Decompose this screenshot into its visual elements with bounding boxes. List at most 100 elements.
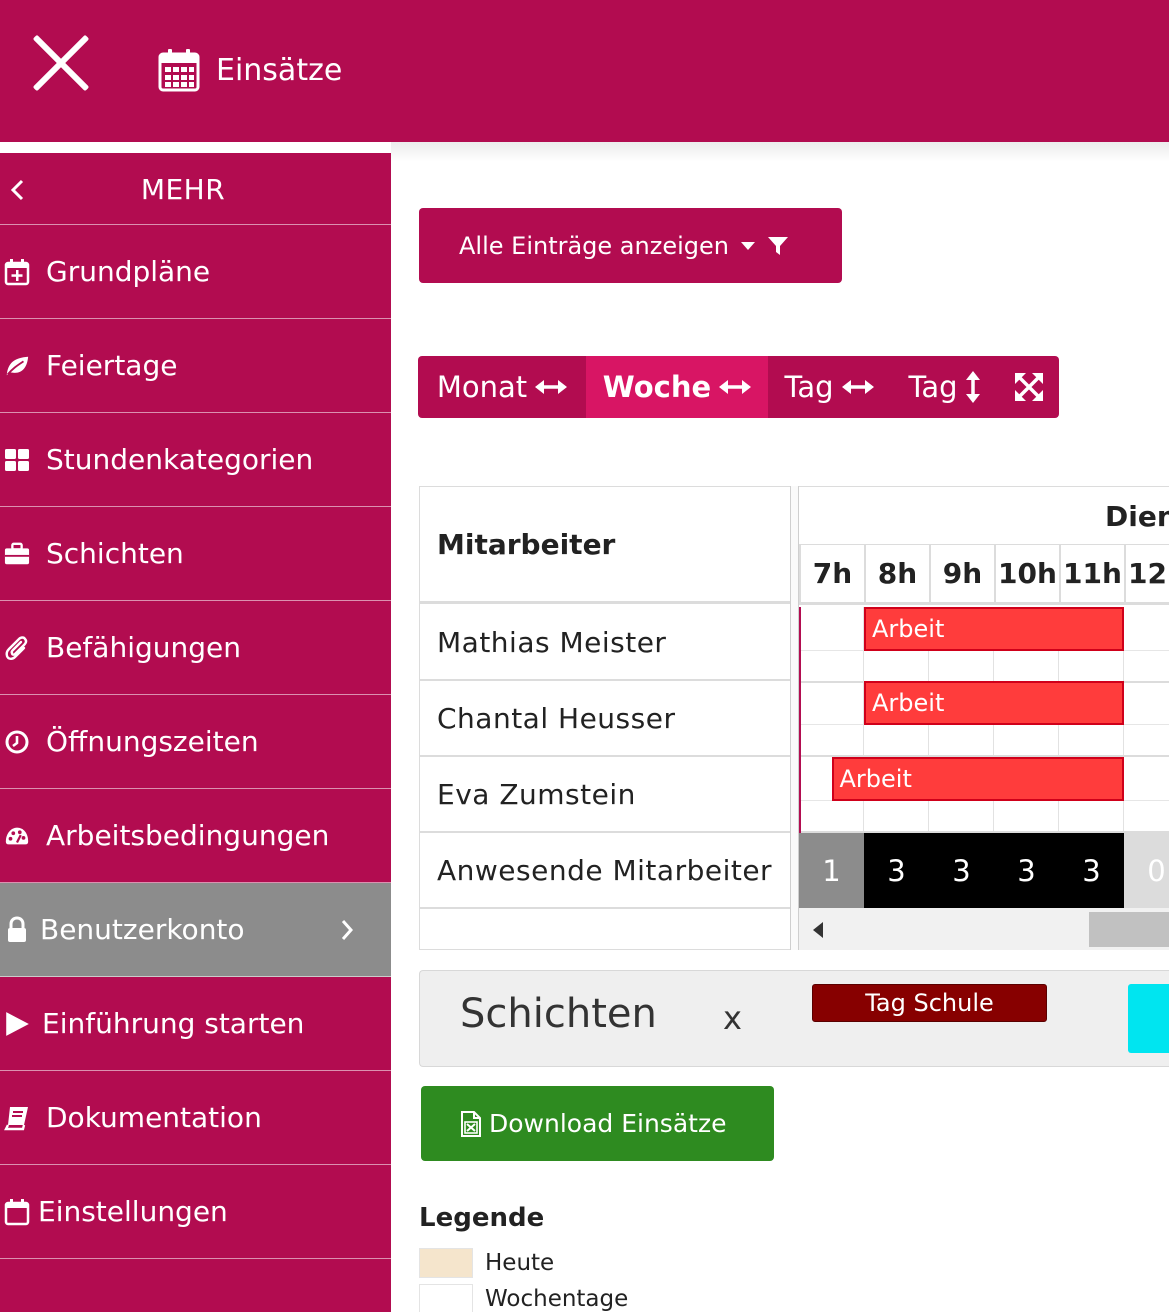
sidebar-item-label: Schichten [46,537,184,570]
grid-cell[interactable] [864,725,929,757]
sidebar-item-feiertage[interactable]: Feiertage [0,319,391,413]
paperclip-icon [5,635,28,660]
filter-label: Alle Einträge anzeigen [459,231,729,260]
view-day-vertical-label: Tag [908,370,958,404]
current-time-line [799,607,801,833]
grid-icon [5,448,29,471]
caret-down-icon [740,241,755,250]
sidebar-item-benutzerkonto[interactable]: Benutzerkonto [0,883,391,977]
sidebar-item-label: Befähigungen [46,631,241,664]
header-shadow [391,142,1169,162]
shifts-title: Schichten [460,991,657,1037]
sidebar-item-label: Grundpläne [46,255,211,288]
shift-bar[interactable]: Arbeit [864,607,1124,651]
scrollbar-thumb[interactable] [1089,912,1169,947]
grid-cell[interactable] [929,801,994,833]
sidebar-item-einfuehrung-starten[interactable]: Einführung starten [0,977,391,1071]
sidebar-header: MEHR [0,153,391,225]
legend-swatch-weekdays [419,1284,473,1312]
shift-chip[interactable] [1128,984,1169,1053]
grid-cell[interactable] [994,651,1059,683]
column-resizer[interactable] [790,486,799,950]
page-title-text: Einsätze [216,52,343,88]
grid-cell[interactable] [799,725,864,757]
sidebar-item-label: Einführung starten [42,1007,305,1040]
lock-icon [8,915,26,942]
view-day-label: Tag [784,370,834,404]
sidebar: MEHR Grundpläne Feiertage Stundenkategor… [0,153,391,1312]
grid-cell[interactable] [1124,651,1169,683]
timeline-grid: Dien 7h8h9h10h11h12hArbeitArbeitArbeit13… [799,486,1169,950]
grid-cell[interactable] [864,801,929,833]
grid-cell[interactable] [799,801,864,833]
sidebar-item-oeffnungszeiten[interactable]: Öffnungszeiten [0,695,391,789]
arrows-horizontal-icon [719,380,752,394]
grid-cell[interactable] [994,801,1059,833]
view-day-button[interactable]: Tag [768,356,890,418]
grid-cell[interactable] [929,725,994,757]
filter-dropdown-button[interactable]: Alle Einträge anzeigen [419,208,842,283]
grid-cell[interactable] [1059,801,1124,833]
view-day-vertical-button[interactable]: Tag [890,356,998,418]
top-bar: Einsätze [0,0,1169,142]
shift-bar[interactable]: Arbeit [831,757,1124,801]
shifts-close-button[interactable]: x [723,999,742,1037]
hour-header: 12h [1124,545,1169,605]
employee-column: Mitarbeiter Mathias Meister Chantal Heus… [419,486,792,950]
legend-swatch-today [419,1248,473,1278]
present-count-cell: 0 [1124,833,1169,908]
sidebar-item-label: Dokumentation [46,1101,262,1134]
sidebar-item-stundenkategorien[interactable]: Stundenkategorien [0,413,391,507]
grid-cell[interactable] [1124,757,1169,801]
download-label: Download Einsätze [489,1109,727,1138]
download-button[interactable]: Download Einsätze [421,1086,774,1161]
view-week-button[interactable]: Woche [586,356,768,418]
sidebar-item-label: Feiertage [46,349,178,382]
present-count-cell: 3 [994,833,1059,908]
sidebar-item-dokumentation[interactable]: Dokumentation [0,1071,391,1165]
grid-cell[interactable] [864,651,929,683]
leaf-icon [6,356,29,375]
sidebar-item-arbeitsbedingungen[interactable]: Arbeitsbedingungen [0,789,391,883]
view-week-label: Woche [602,370,712,404]
grid-cell[interactable] [1059,651,1124,683]
grid-cell[interactable] [1124,725,1169,757]
present-count-cell: 3 [1059,833,1124,908]
grid-cell[interactable] [799,651,864,683]
arrows-horizontal-icon [535,380,568,394]
shift-bar[interactable]: Arbeit [864,681,1124,725]
legend-label: Wochentage [485,1286,629,1312]
horizontal-scrollbar[interactable] [799,908,1169,950]
sidebar-item-label: Benutzerkonto [40,913,245,946]
grid-cell[interactable] [1124,681,1169,725]
shift-chip[interactable]: Tag Schule [812,984,1047,1022]
legend-item: Heute [419,1248,554,1278]
grid-cell[interactable] [1059,725,1124,757]
sidebar-item-befaehigungen[interactable]: Befähigungen [0,601,391,695]
legend-label: Heute [485,1250,555,1276]
calendar-icon [158,49,200,92]
grid-cell[interactable] [1124,801,1169,833]
legend-title: Legende [419,1203,545,1233]
grid-cell[interactable] [799,607,864,651]
sidebar-item-grundplaene[interactable]: Grundpläne [0,225,391,319]
sidebar-item-einstellungen[interactable]: Einstellungen [0,1165,391,1259]
fullscreen-button[interactable] [998,356,1059,418]
grid-cell[interactable] [1124,607,1169,651]
palette-icon [5,827,29,844]
briefcase-icon [4,542,30,564]
shifts-panel: Schichten x Tag Schule [419,970,1169,1067]
arrows-vertical-icon [965,371,980,403]
employee-column-header: Mitarbeiter [420,487,792,604]
day-header: Dien [799,487,1169,545]
close-icon[interactable] [28,30,94,96]
grid-cell[interactable] [799,681,864,725]
sidebar-item-schichten[interactable]: Schichten [0,507,391,601]
sidebar-item-label: Einstellungen [38,1195,228,1228]
grid-cell[interactable] [929,651,994,683]
scroll-left-icon[interactable] [813,922,823,938]
view-month-button[interactable]: Monat [418,356,586,418]
grid-cell[interactable] [994,725,1059,757]
hour-header: 11h [1059,545,1124,605]
view-month-label: Monat [436,370,528,404]
